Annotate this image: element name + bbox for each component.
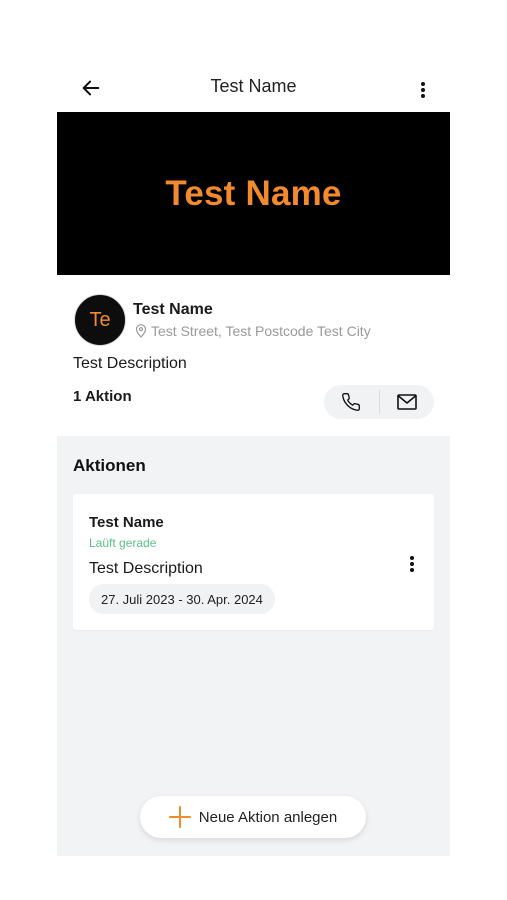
new-action-label: Neue Aktion anlegen (198, 808, 338, 826)
profile-description: Test Description (73, 355, 187, 372)
more-options-button[interactable] (410, 74, 436, 106)
action-name: Test Name (89, 514, 164, 531)
action-card[interactable]: Test Name Laüft gerade Test Description … (73, 494, 434, 630)
action-description: Test Description (89, 560, 203, 577)
more-vertical-icon (421, 82, 425, 98)
date-range-chip: 27. Juli 2023 - 30. Apr. 2024 (89, 584, 275, 614)
profile-name: Test Name (133, 301, 213, 318)
actions-section: Aktionen Test Name Laüft gerade Test Des… (57, 436, 450, 856)
action-status: Laüft gerade (89, 536, 157, 550)
new-action-button[interactable]: Neue Aktion anlegen (140, 796, 366, 838)
mail-icon (396, 394, 417, 410)
more-vertical-icon (410, 556, 414, 572)
call-button[interactable] (324, 385, 379, 419)
page-title: Test Name (210, 76, 297, 96)
avatar: Te (74, 294, 126, 346)
action-menu-button[interactable] (400, 550, 424, 578)
header-banner: Test Name (57, 112, 450, 275)
contact-buttons (324, 385, 434, 419)
section-title: Aktionen (73, 456, 146, 475)
map-pin-icon (135, 324, 147, 338)
profile-section: Te Test Name Test Street, Test Postcode … (57, 275, 450, 435)
app-bar: Test Name (57, 60, 450, 112)
phone-icon (342, 392, 361, 411)
email-button[interactable] (380, 385, 435, 419)
address: Test Street, Test Postcode Test City (135, 323, 371, 339)
contact-detail-screen: Test Name Test Name Te Test Name Test St… (57, 60, 450, 856)
address-text: Test Street, Test Postcode Test City (151, 323, 371, 339)
plus-icon (168, 806, 191, 828)
banner-title: Test Name (165, 173, 342, 213)
action-count: 1 Aktion (73, 388, 132, 405)
